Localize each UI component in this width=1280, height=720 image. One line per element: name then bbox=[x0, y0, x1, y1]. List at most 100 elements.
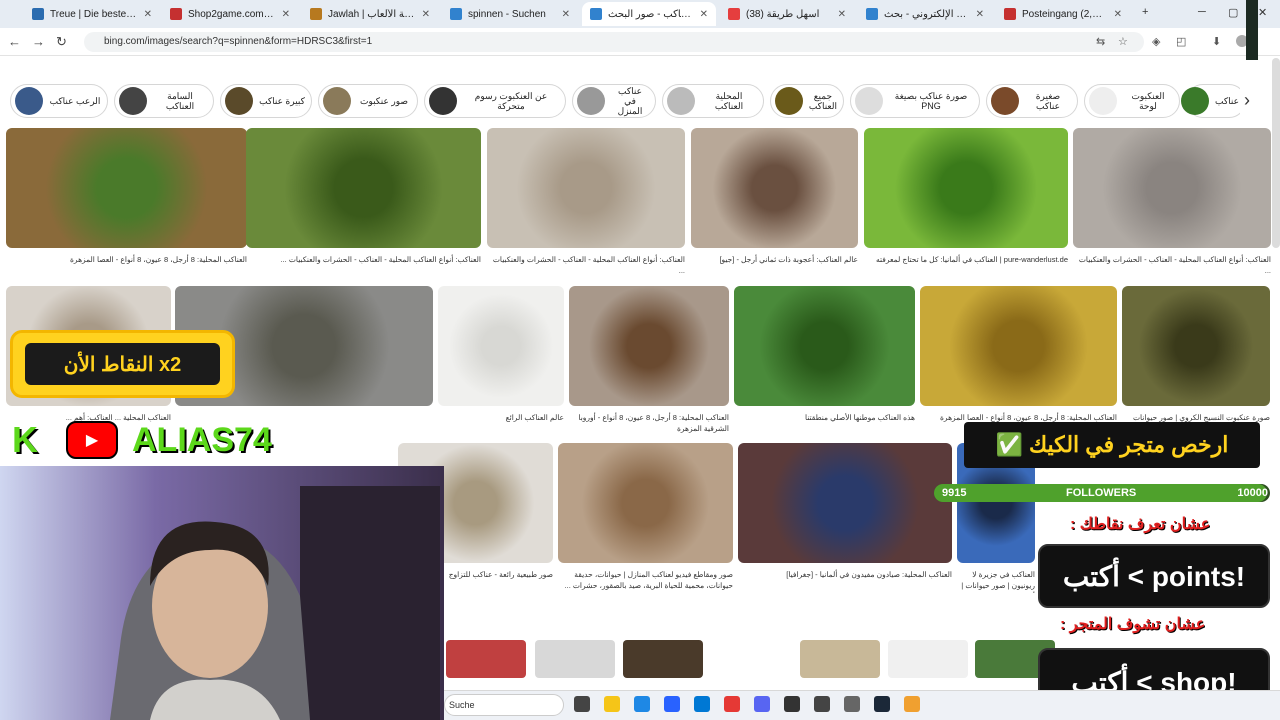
back-icon[interactable]: ← bbox=[8, 34, 21, 49]
command-points: أكتب < points! bbox=[1038, 544, 1270, 608]
image-caption: عالم العناكب الرائع bbox=[505, 413, 564, 422]
taskbar-app-icon[interactable] bbox=[664, 696, 680, 712]
tab-close-icon[interactable]: ✕ bbox=[562, 9, 570, 20]
image-result[interactable] bbox=[558, 443, 733, 563]
tab-favicon-icon bbox=[590, 8, 602, 20]
hint-shop: عشان تشوف المتجر : bbox=[1060, 616, 1206, 633]
image-result[interactable] bbox=[446, 640, 526, 678]
taskbar-app-icon[interactable] bbox=[574, 696, 590, 712]
chip-related-search[interactable]: السامة العناكب bbox=[114, 84, 214, 118]
followers-current: 9915 bbox=[942, 487, 967, 499]
chip-related-search[interactable]: المحلية العناكب bbox=[662, 84, 764, 118]
minimize-icon[interactable]: ─ bbox=[1198, 6, 1206, 18]
image-result[interactable] bbox=[535, 640, 615, 678]
chip-related-search[interactable]: عناكب في المنزل bbox=[572, 84, 656, 118]
image-result[interactable] bbox=[920, 286, 1117, 406]
maximize-icon[interactable]: ▢ bbox=[1228, 6, 1238, 19]
browser-tab[interactable]: Posteingang (2,659) - alia ✕ bbox=[996, 2, 1130, 26]
chip-thumbnail bbox=[1089, 87, 1117, 115]
bookmark-star-icon[interactable]: ☆ bbox=[1118, 35, 1128, 48]
browser-tab[interactable]: العناكب - صور البحث ✕ bbox=[582, 2, 716, 26]
tab-title: Posteingang (2,659) - alia bbox=[1022, 8, 1108, 20]
image-result[interactable] bbox=[738, 443, 952, 563]
image-result[interactable] bbox=[1073, 128, 1271, 248]
chip-related-search[interactable]: صورة عناكب بصيغة PNG bbox=[850, 84, 980, 118]
browser-tab[interactable]: spinnen - Suchen ✕ bbox=[442, 2, 578, 26]
image-caption: العناكب المحلية: 8 أرجل، 8 عيون، 8 أنواع… bbox=[70, 255, 247, 264]
tab-close-icon[interactable]: ✕ bbox=[700, 9, 708, 20]
chip-related-search[interactable]: كبيرة عناكب bbox=[220, 84, 312, 118]
taskbar-app-icon[interactable] bbox=[844, 696, 860, 712]
chevron-right-icon[interactable]: › bbox=[1244, 90, 1250, 111]
tab-title: البريد الإلكتروني - بحث bbox=[884, 8, 970, 20]
tab-close-icon[interactable]: ✕ bbox=[422, 9, 430, 20]
taskbar-app-icon[interactable] bbox=[694, 696, 710, 712]
taskbar-app-icon[interactable] bbox=[724, 696, 740, 712]
side-strip bbox=[1246, 0, 1258, 60]
image-result[interactable] bbox=[712, 640, 792, 678]
chip-label: صور عنكبوت bbox=[359, 96, 409, 106]
image-caption: عالم العناكب: أعجوبة ذات ثماني أرجل - [ج… bbox=[719, 255, 858, 264]
address-bar[interactable]: bing.com/images/search?q=spinnen&form=HD… bbox=[84, 32, 1144, 52]
chip-thumbnail bbox=[323, 87, 351, 115]
taskbar-app-icon[interactable] bbox=[814, 696, 830, 712]
puzzle-icon[interactable]: ◰ bbox=[1176, 35, 1186, 48]
image-result[interactable] bbox=[734, 286, 915, 406]
chip-related-search[interactable]: عن العنكبوت رسوم متحركة bbox=[424, 84, 566, 118]
chip-related-search[interactable]: عناكب bbox=[1181, 84, 1240, 118]
translate-icon[interactable]: ⇆ bbox=[1096, 35, 1105, 48]
chip-label: الرعب عناكب bbox=[49, 96, 101, 106]
chip-related-search[interactable]: الرعب عناكب bbox=[10, 84, 108, 118]
downloads-icon[interactable]: ⬇ bbox=[1212, 35, 1221, 48]
taskbar-app-icon[interactable] bbox=[604, 696, 620, 712]
chip-label: صورة عناكب بصيغة PNG bbox=[894, 91, 968, 111]
chip-related-search[interactable]: جميع العناكب bbox=[770, 84, 844, 118]
image-result[interactable] bbox=[487, 128, 685, 248]
image-result[interactable] bbox=[438, 286, 564, 406]
image-result[interactable] bbox=[1122, 286, 1270, 406]
image-result[interactable] bbox=[864, 128, 1068, 248]
image-result[interactable] bbox=[569, 286, 729, 406]
chip-label: كبيرة عناكب bbox=[259, 96, 305, 106]
taskbar bbox=[444, 690, 1280, 720]
taskbar-app-icon[interactable] bbox=[754, 696, 770, 712]
chip-related-search[interactable]: صور عنكبوت bbox=[318, 84, 418, 118]
browser-tab[interactable]: البريد الإلكتروني - بحث ✕ bbox=[858, 2, 992, 26]
forward-icon[interactable]: → bbox=[32, 34, 45, 49]
scrollbar[interactable] bbox=[1272, 58, 1280, 248]
browser-tab[interactable]: Jawlah | جولة - منصة الألعاب ✕ bbox=[302, 2, 438, 26]
image-result[interactable] bbox=[691, 128, 858, 248]
image-result[interactable] bbox=[623, 640, 703, 678]
taskbar-app-icon[interactable] bbox=[874, 696, 890, 712]
close-window-icon[interactable]: ✕ bbox=[1258, 6, 1267, 19]
tab-close-icon[interactable]: ✕ bbox=[1114, 9, 1122, 20]
followers-goal-bar: 9915 FOLLOWERS 10000 bbox=[934, 484, 1270, 502]
tab-close-icon[interactable]: ✕ bbox=[976, 9, 984, 20]
tab-close-icon[interactable]: ✕ bbox=[282, 9, 290, 20]
taskbar-app-icon[interactable] bbox=[784, 696, 800, 712]
taskbar-search[interactable]: Suche bbox=[444, 694, 564, 716]
image-result[interactable] bbox=[800, 640, 880, 678]
reload-icon[interactable]: ↻ bbox=[56, 34, 67, 50]
taskbar-app-icon[interactable] bbox=[634, 696, 650, 712]
chip-label: العنكبوت لوحة bbox=[1131, 91, 1165, 111]
tab-favicon-icon bbox=[866, 8, 878, 20]
tab-close-icon[interactable]: ✕ bbox=[144, 9, 152, 20]
tab-close-icon[interactable]: ✕ bbox=[838, 9, 846, 20]
image-result[interactable] bbox=[888, 640, 968, 678]
extension-icon[interactable]: ◈ bbox=[1152, 35, 1160, 48]
store-banner: ✅ ارخص متجر في الكيك bbox=[964, 422, 1260, 468]
browser-tab[interactable]: Treue | Die beste Software ✕ bbox=[24, 2, 160, 26]
chip-label: المحلية العناكب bbox=[714, 91, 744, 111]
new-tab-button[interactable]: + bbox=[1142, 6, 1148, 18]
image-caption: هذه العناكب موطنها الأصلي منطقتنا bbox=[805, 413, 915, 422]
image-result[interactable] bbox=[6, 128, 247, 248]
tab-favicon-icon bbox=[310, 8, 322, 20]
chip-related-search[interactable]: صغيرة عناكب bbox=[986, 84, 1078, 118]
taskbar-app-icon[interactable] bbox=[904, 696, 920, 712]
webcam-feed bbox=[0, 466, 444, 720]
image-result[interactable] bbox=[246, 128, 481, 248]
browser-tab[interactable]: (38) أسهل طريقة ✕ bbox=[720, 2, 854, 26]
browser-tab[interactable]: Shop2game.com - أفريقيا ✕ bbox=[162, 2, 298, 26]
chip-related-search[interactable]: العنكبوت لوحة bbox=[1084, 84, 1180, 118]
